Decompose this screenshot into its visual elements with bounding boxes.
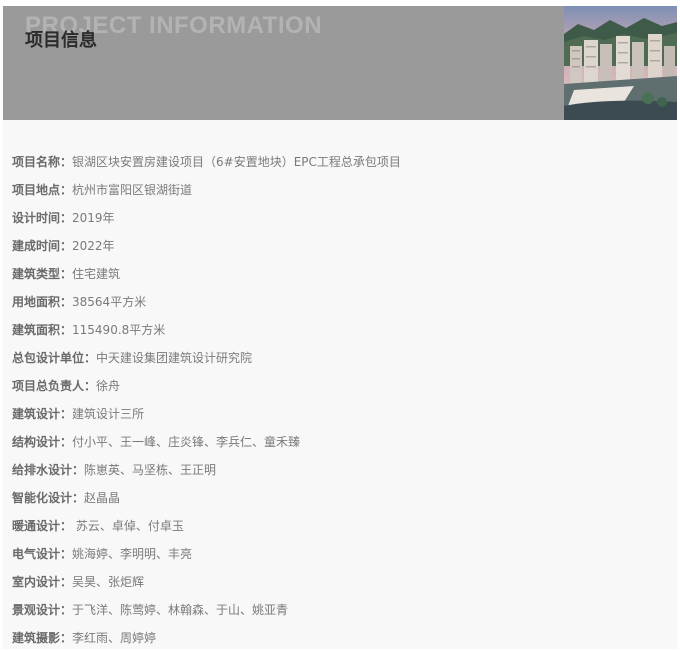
project-banner: PROJECT INFORMATION 项目信息 bbox=[3, 6, 677, 120]
detail-value: 115490.8平方米 bbox=[72, 323, 166, 337]
detail-design-time: 设计时间：2019年 bbox=[12, 204, 401, 232]
detail-electrical-design: 电气设计：姚海婷、李明明、丰亮 bbox=[12, 540, 401, 568]
detail-site-area: 用地面积：38564平方米 bbox=[12, 288, 401, 316]
detail-completion-time: 建成时间：2022年 bbox=[12, 232, 401, 260]
detail-label: 暖通设计： bbox=[12, 519, 73, 533]
detail-value: 建筑设计三所 bbox=[72, 407, 145, 421]
detail-architectural-photography: 建筑摄影：李红雨、周婷婷 bbox=[12, 624, 401, 652]
detail-value: 住宅建筑 bbox=[72, 267, 121, 281]
detail-project-name: 项目名称：银湖区块安置房建设项目（6#安置地块）EPC工程总承包项目 bbox=[12, 148, 401, 176]
detail-intelligent-design: 智能化设计：赵晶晶 bbox=[12, 484, 401, 512]
detail-label: 设计时间： bbox=[12, 211, 73, 225]
detail-value: 2019年 bbox=[72, 211, 115, 225]
detail-value: 于飞洋、陈莺婷、林翰森、于山、姚亚青 bbox=[72, 603, 289, 617]
detail-label: 建筑面积： bbox=[12, 323, 73, 337]
detail-value: 2022年 bbox=[72, 239, 115, 253]
detail-label: 项目总负责人： bbox=[12, 379, 97, 393]
detail-floor-area: 建筑面积：115490.8平方米 bbox=[12, 316, 401, 344]
detail-label: 用地面积： bbox=[12, 295, 73, 309]
detail-value: 银湖区块安置房建设项目（6#安置地块）EPC工程总承包项目 bbox=[72, 155, 401, 169]
detail-plumbing-design: 给排水设计：陈崽英、马坚栋、王正明 bbox=[12, 456, 401, 484]
detail-value: 吴昊、张炬辉 bbox=[72, 575, 145, 589]
detail-value: 付小平、王一峰、庄炎锋、李兵仁、童禾臻 bbox=[72, 435, 301, 449]
banner-title: 项目信息 bbox=[25, 30, 97, 51]
detail-value: 徐舟 bbox=[96, 379, 121, 393]
detail-label: 项目名称： bbox=[12, 155, 73, 169]
detail-label: 室内设计： bbox=[12, 575, 73, 589]
detail-architectural-design: 建筑设计：建筑设计三所 bbox=[12, 400, 401, 428]
detail-label: 总包设计单位： bbox=[12, 351, 97, 365]
detail-value: 赵晶晶 bbox=[84, 491, 121, 505]
detail-interior-design: 室内设计：吴昊、张炬辉 bbox=[12, 568, 401, 596]
detail-label: 电气设计： bbox=[12, 547, 73, 561]
project-details-list: 项目名称：银湖区块安置房建设项目（6#安置地块）EPC工程总承包项目 项目地点：… bbox=[12, 148, 401, 652]
detail-value: 陈崽英、马坚栋、王正明 bbox=[84, 463, 217, 477]
detail-label: 给排水设计： bbox=[12, 463, 85, 477]
detail-value: 杭州市富阳区银湖街道 bbox=[72, 183, 193, 197]
detail-structural-design: 结构设计：付小平、王一峰、庄炎锋、李兵仁、童禾臻 bbox=[12, 428, 401, 456]
detail-project-location: 项目地点：杭州市富阳区银湖街道 bbox=[12, 176, 401, 204]
detail-landscape-design: 景观设计：于飞洋、陈莺婷、林翰森、于山、姚亚青 bbox=[12, 596, 401, 624]
project-details-panel: 项目名称：银湖区块安置房建设项目（6#安置地块）EPC工程总承包项目 项目地点：… bbox=[3, 120, 677, 649]
detail-value: 姚海婷、李明明、丰亮 bbox=[72, 547, 193, 561]
detail-hvac-design: 暖通设计： 苏云、卓倬、付卓玉 bbox=[12, 512, 401, 540]
detail-value: 38564平方米 bbox=[72, 295, 147, 309]
detail-value: 中天建设集团建筑设计研究院 bbox=[96, 351, 253, 365]
detail-label: 建筑类型： bbox=[12, 267, 73, 281]
detail-value: 李红雨、周婷婷 bbox=[72, 631, 157, 645]
detail-general-design-unit: 总包设计单位：中天建设集团建筑设计研究院 bbox=[12, 344, 401, 372]
detail-value: 苏云、卓倬、付卓玉 bbox=[72, 519, 184, 533]
detail-label: 项目地点： bbox=[12, 183, 73, 197]
detail-label: 智能化设计： bbox=[12, 491, 85, 505]
detail-label: 建筑摄影： bbox=[12, 631, 73, 645]
residential-towers-photo bbox=[564, 6, 677, 120]
detail-label: 建成时间： bbox=[12, 239, 73, 253]
detail-label: 建筑设计： bbox=[12, 407, 73, 421]
detail-building-type: 建筑类型：住宅建筑 bbox=[12, 260, 401, 288]
detail-label: 景观设计： bbox=[12, 603, 73, 617]
detail-label: 结构设计： bbox=[12, 435, 73, 449]
detail-project-lead: 项目总负责人：徐舟 bbox=[12, 372, 401, 400]
